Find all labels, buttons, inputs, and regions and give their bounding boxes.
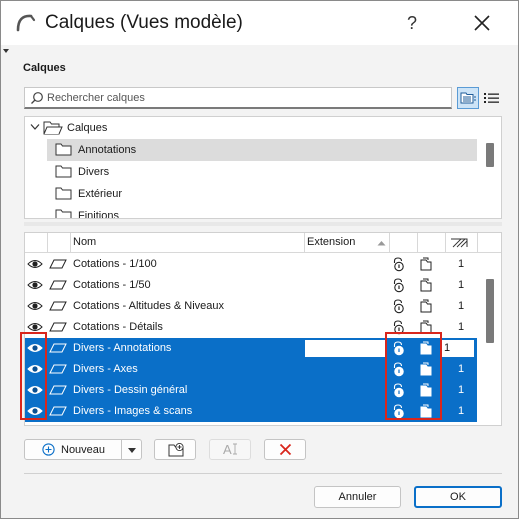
help-button[interactable]: ? bbox=[389, 7, 435, 39]
list-view-button[interactable] bbox=[482, 87, 502, 109]
folder-tree-icon bbox=[460, 92, 476, 104]
layer-name: Divers - Annotations bbox=[73, 342, 172, 354]
tree-item-label: Finitions bbox=[78, 210, 119, 219]
layer-icon bbox=[49, 322, 67, 332]
visibility-eye-icon[interactable] bbox=[27, 300, 43, 312]
list-icon bbox=[484, 93, 499, 103]
close-button[interactable] bbox=[459, 7, 505, 39]
layer-name: Cotations - Altitudes & Niveaux bbox=[73, 300, 225, 312]
layer-icon bbox=[49, 406, 67, 416]
window-title: Calques (Vues modèle) bbox=[45, 12, 243, 33]
layer-name: Divers - Dessin général bbox=[73, 384, 188, 396]
lock-icon[interactable] bbox=[391, 299, 405, 314]
wireframe-icon[interactable] bbox=[419, 278, 433, 293]
layer-name: Cotations - 1/100 bbox=[73, 258, 157, 270]
layer-name: Divers - Images & scans bbox=[73, 405, 193, 417]
text-cursor-icon bbox=[233, 443, 237, 455]
tree-root-label: Calques bbox=[67, 122, 108, 134]
layer-number: 1 bbox=[457, 384, 465, 396]
folder-open-icon bbox=[43, 121, 63, 135]
layer-number: 1 bbox=[457, 258, 465, 270]
highlight-box-lock bbox=[385, 332, 442, 420]
footer-divider bbox=[24, 473, 502, 474]
tree-scrollbar-thumb[interactable] bbox=[486, 143, 494, 167]
search-icon bbox=[31, 92, 43, 104]
layer-icon bbox=[49, 343, 67, 353]
visibility-eye-icon[interactable] bbox=[27, 279, 43, 291]
folder-icon bbox=[55, 209, 72, 218]
folder-icon bbox=[55, 187, 72, 200]
search-input[interactable]: Rechercher calques bbox=[24, 87, 452, 109]
collapse-marker-icon[interactable] bbox=[3, 49, 9, 53]
table-row[interactable]: Cotations - 1/100 1 bbox=[25, 254, 477, 275]
layer-number: 1 bbox=[457, 405, 465, 417]
tree-root[interactable]: Calques bbox=[25, 117, 477, 139]
column-header-extension[interactable]: Extension bbox=[307, 236, 355, 248]
tree-item-finitions[interactable]: Finitions bbox=[47, 205, 477, 219]
cancel-button[interactable]: Annuler bbox=[314, 486, 401, 508]
folder-icon bbox=[55, 143, 72, 156]
new-folder-button[interactable] bbox=[154, 439, 196, 460]
table-header: Nom Extension bbox=[25, 233, 501, 253]
folder-tree: Calques Annotations Divers Extérieur Fin… bbox=[24, 116, 502, 219]
lock-icon[interactable] bbox=[391, 278, 405, 293]
layer-icon bbox=[49, 280, 67, 290]
new-layer-button[interactable]: Nouveau bbox=[24, 439, 142, 460]
extension-edit-field[interactable] bbox=[305, 340, 387, 357]
rename-icon: A bbox=[223, 442, 232, 457]
delete-x-icon bbox=[279, 443, 292, 456]
ok-button[interactable]: OK bbox=[414, 486, 502, 508]
chevron-down-icon bbox=[30, 124, 40, 130]
tree-item-divers[interactable]: Divers bbox=[47, 161, 477, 183]
lock-icon[interactable] bbox=[391, 425, 405, 426]
number-edit-field[interactable]: 1 bbox=[441, 339, 475, 358]
tree-view-button[interactable] bbox=[457, 87, 479, 109]
layer-number: 1 bbox=[457, 363, 465, 375]
layer-icon bbox=[49, 259, 67, 269]
layers-scrollbar-thumb[interactable] bbox=[486, 279, 494, 343]
highlight-box-visibility bbox=[20, 332, 47, 420]
sort-ascending-icon bbox=[377, 241, 386, 246]
layer-number: 1 bbox=[457, 300, 465, 312]
layer-number: 1 bbox=[457, 279, 465, 291]
wireframe-icon[interactable] bbox=[419, 299, 433, 314]
layers-dialog: Calques (Vues modèle) ? Calques Recherch… bbox=[0, 0, 519, 519]
lock-icon[interactable] bbox=[391, 257, 405, 272]
wireframe-icon[interactable] bbox=[419, 425, 433, 426]
layer-number: 1 bbox=[457, 321, 465, 333]
layer-name: Cotations - 1/50 bbox=[73, 279, 151, 291]
delete-button[interactable] bbox=[264, 439, 306, 460]
column-header-name[interactable]: Nom bbox=[73, 236, 96, 248]
title-bar: Calques (Vues modèle) ? bbox=[1, 1, 518, 45]
split-divider bbox=[121, 440, 122, 459]
plus-circle-icon bbox=[42, 443, 55, 456]
layer-name: Cotations - Détails bbox=[73, 321, 163, 333]
hatch-pattern-icon bbox=[451, 238, 468, 248]
wireframe-icon[interactable] bbox=[419, 257, 433, 272]
search-placeholder: Rechercher calques bbox=[47, 92, 145, 104]
section-label: Calques bbox=[23, 62, 66, 74]
panel-splitter[interactable] bbox=[24, 222, 502, 226]
table-row[interactable]: Cotations - 1/50 1 bbox=[25, 275, 477, 296]
tree-item-exterieur[interactable]: Extérieur bbox=[47, 183, 477, 205]
tree-item-annotations[interactable]: Annotations bbox=[47, 139, 477, 161]
folder-icon bbox=[55, 165, 72, 178]
dropdown-caret-icon[interactable] bbox=[128, 448, 136, 453]
tree-item-label: Divers bbox=[78, 166, 110, 178]
layer-name: Divers - Axes bbox=[73, 363, 138, 375]
layer-icon bbox=[49, 364, 67, 374]
archicad-logo-icon bbox=[16, 14, 36, 32]
table-row[interactable]: Marques - Autres1 bbox=[25, 422, 477, 426]
layer-icon bbox=[49, 301, 67, 311]
tree-item-label: Annotations bbox=[78, 144, 137, 156]
layer-icon bbox=[49, 385, 67, 395]
visibility-eye-icon[interactable] bbox=[27, 258, 43, 270]
close-icon bbox=[474, 15, 490, 31]
tree-item-label: Extérieur bbox=[78, 188, 123, 200]
table-row[interactable]: Cotations - Altitudes & Niveaux 1 bbox=[25, 296, 477, 317]
rename-button[interactable]: A bbox=[209, 439, 251, 460]
new-layer-label: Nouveau bbox=[61, 444, 106, 456]
folder-add-icon bbox=[168, 442, 184, 457]
